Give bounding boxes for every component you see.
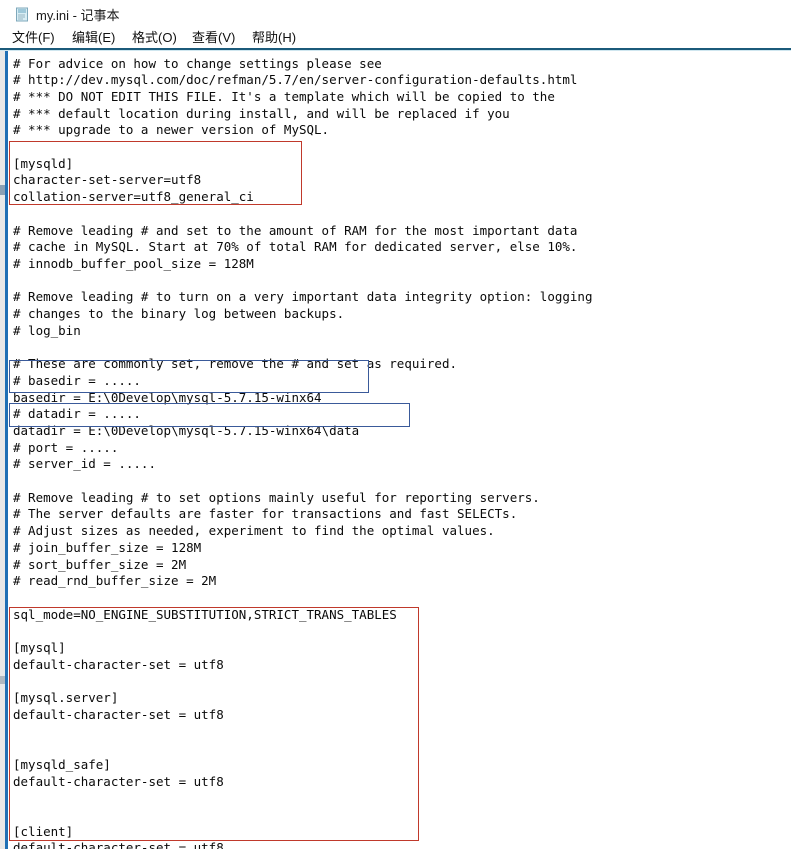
editor-line: # port = ..... [13,439,119,455]
editor-line: default-character-set = utf8 [13,656,224,672]
editor-line: # log_bin [13,322,81,338]
editor-line: # *** upgrade to a newer version of MySQ… [13,122,330,138]
editor-line: collation-server=utf8_general_ci [13,189,254,205]
left-marker-upper [0,185,5,195]
menu-item-help[interactable]: 帮助(H) [252,30,296,46]
editor-line: # cache in MySQL. Start at 70% of total … [13,239,578,255]
editor-line: default-character-set = utf8 [13,773,224,789]
editor-line: basedir = E:\0Develop\mysql-5.7.15-winx6… [13,389,322,405]
editor-line: # server_id = ..... [13,456,156,472]
title-bar: my.ini - 记事本 [0,0,791,28]
editor-line: # The server defaults are faster for tra… [13,506,518,522]
editor-line: # For advice on how to change settings p… [13,55,382,71]
menu-item-edit[interactable]: 编辑(E) [72,30,115,46]
editor-line: # changes to the binary log between back… [13,306,345,321]
editor-line: [mysql.server] [13,690,119,706]
editor-line: character-set-server=utf8 [13,172,202,188]
notepad-icon [15,7,30,22]
editor-line: default-character-set = utf8 [13,840,224,849]
editor-line: # sort_buffer_size = 2M [13,556,187,572]
editor-line: # *** default location during install, a… [13,105,510,121]
editor-line: [mysql] [13,640,66,655]
editor-line: # Remove leading # to turn on a very imp… [13,289,593,305]
editor-line: # http://dev.mysql.com/doc/refman/5.7/en… [13,72,578,88]
menu-item-format[interactable]: 格式(O) [132,30,177,46]
editor-line: # Remove leading # and set to the amount… [13,222,578,238]
editor-line: # read_rnd_buffer_size = 2M [13,573,217,589]
left-marker-lower [0,676,5,684]
editor-line: # Remove leading # to set options mainly… [13,489,540,505]
editor-line: # *** DO NOT EDIT THIS FILE. It's a temp… [13,88,555,104]
editor-line: # innodb_buffer_pool_size = 128M [13,255,254,271]
menu-item-file[interactable]: 文件(F) [12,30,55,46]
editor-line: sql_mode=NO_ENGINE_SUBSTITUTION,STRICT_T… [13,606,397,622]
notepad-window: my.ini - 记事本 文件(F) 编辑(E) 格式(O) 查看(V) 帮助(… [0,0,791,849]
editor-line: # These are commonly set, remove the # a… [13,356,458,372]
editor-line: # Adjust sizes as needed, experiment to … [13,523,495,539]
menu-item-view[interactable]: 查看(V) [192,30,235,46]
editor-line: default-character-set = utf8 [13,706,224,722]
editor-line: # join_buffer_size = 128M [13,539,202,555]
window-title: my.ini - 记事本 [36,8,120,23]
editor-line: # datadir = ..... [13,406,141,422]
editor-line: [mysqld] [13,155,74,171]
editor-line: # basedir = ..... [13,372,141,388]
menu-bar: 文件(F) 编辑(E) 格式(O) 查看(V) 帮助(H) [0,28,791,48]
editor-line: [mysqld_safe] [13,756,111,772]
editor-line: [client] [13,823,74,839]
text-editor-area[interactable]: # For advice on how to change settings p… [8,51,791,849]
editor-line: datadir = E:\0Develop\mysql-5.7.15-winx6… [13,422,360,438]
